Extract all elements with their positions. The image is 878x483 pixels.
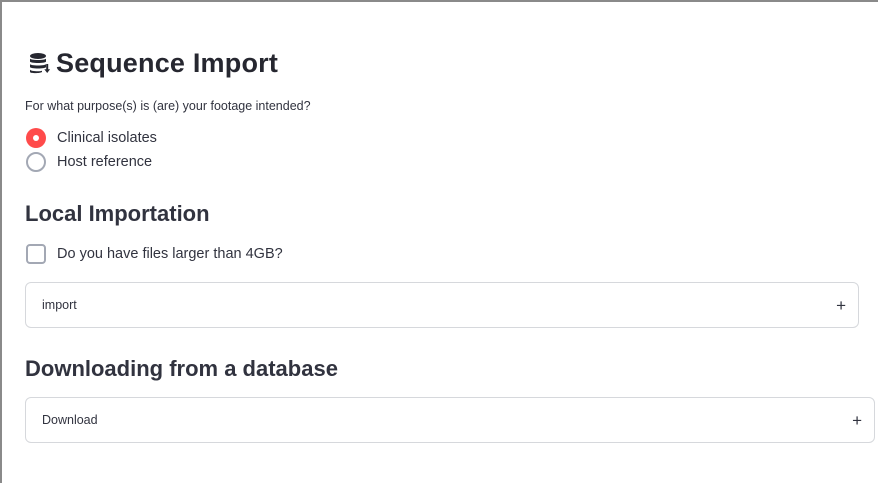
large-files-checkbox[interactable] [26,244,46,264]
database-heading: Downloading from a database [25,356,338,381]
local-importation-heading: Local Importation [25,201,210,226]
radio-label: Clinical isolates [57,130,157,146]
plus-icon[interactable]: + [836,297,846,314]
database-download-icon [28,51,52,75]
expander-label: import [42,298,77,312]
radio-label: Host reference [57,154,153,170]
large-files-checkbox-row[interactable]: Do you have files larger than 4GB? [26,243,283,265]
radio-selected-icon[interactable] [26,128,46,148]
page-title-text: Sequence Import [56,47,279,78]
radio-host-reference[interactable]: Host reference [26,151,152,173]
download-expander[interactable]: Download + [25,397,875,443]
import-expander[interactable]: import + [25,282,859,328]
radio-unselected-icon[interactable] [26,152,46,172]
purpose-question: For what purpose(s) is (are) your footag… [25,99,311,113]
page-title: Sequence Import [28,44,278,82]
checkbox-label: Do you have files larger than 4GB? [57,246,283,262]
plus-icon[interactable]: + [852,412,862,429]
expander-label: Download [42,413,98,427]
radio-clinical-isolates[interactable]: Clinical isolates [26,127,157,149]
